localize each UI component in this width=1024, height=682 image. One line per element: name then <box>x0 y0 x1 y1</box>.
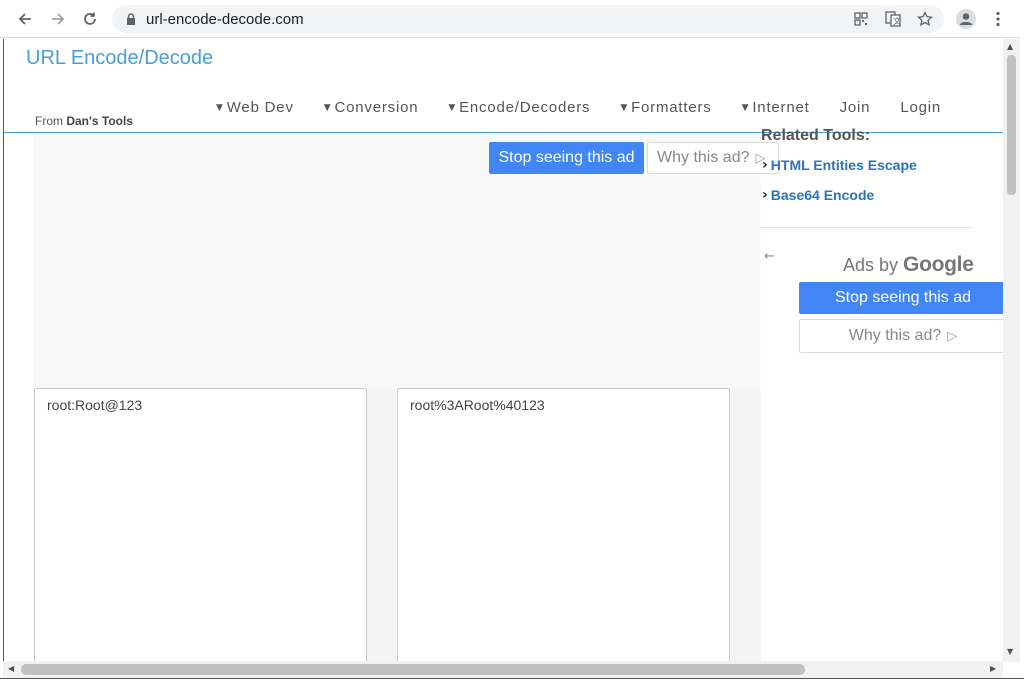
related-link-label: HTML Entities Escape <box>770 157 917 173</box>
window-edge <box>1020 0 1024 682</box>
ad-back-arrow-icon[interactable]: ← <box>764 249 775 264</box>
caret-down-icon: ▼ <box>620 102 629 113</box>
nav-internet[interactable]: ▼ Internet <box>742 99 810 116</box>
stop-seeing-ad-button[interactable]: Stop seeing this ad <box>489 142 644 174</box>
site-title[interactable]: URL Encode/Decode <box>26 47 213 70</box>
scroll-right-icon[interactable]: ▶ <box>990 664 996 673</box>
nav-label: Join <box>839 99 871 116</box>
from-prefix: From <box>35 114 63 128</box>
google-logo: Google <box>903 253 974 276</box>
nav-label: Login <box>900 99 942 116</box>
caret-down-icon: ▼ <box>741 102 750 113</box>
why-this-ad-label: Why this ad? <box>657 149 750 166</box>
forward-icon[interactable] <box>45 6 71 32</box>
why-this-ad-button[interactable]: Why this ad? ▷ <box>647 142 779 174</box>
nav-label: Web Dev <box>226 99 294 116</box>
nav-formatters[interactable]: ▼ Formatters <box>620 99 711 116</box>
ads-by-label: Ads by <box>843 255 899 275</box>
nav-label: Conversion <box>334 99 419 116</box>
caret-down-icon: ▼ <box>216 102 224 113</box>
encoded-output-value: root%3ARoot%40123 <box>410 397 545 413</box>
back-icon[interactable] <box>12 6 38 32</box>
lock-icon <box>122 10 140 28</box>
sidebar-divider <box>761 227 973 228</box>
side-why-this-ad-label: Why this ad? <box>848 327 942 344</box>
related-base64-encode[interactable]: › Base64 Encode <box>762 187 874 203</box>
adchoices-icon: ▷ <box>947 328 958 344</box>
nav-join[interactable]: Join <box>840 99 871 116</box>
nav-web-dev[interactable]: ▼ Web Dev <box>216 99 294 116</box>
horizontal-scroll-thumb[interactable] <box>21 664 805 675</box>
nav-conversion[interactable]: ▼ Conversion <box>324 99 419 116</box>
reload-icon[interactable] <box>77 6 103 32</box>
profile-icon[interactable] <box>953 6 979 32</box>
ads-by-google: Ads by Google <box>843 253 974 277</box>
related-html-entities-escape[interactable]: › HTML Entities Escape <box>762 157 917 173</box>
nav-label: Encode/Decoders <box>459 99 591 116</box>
nav-encode-decoders[interactable]: ▼ Encode/Decoders <box>448 99 590 116</box>
chevron-right-icon: › <box>762 187 768 203</box>
from-credit: From Dan's Tools <box>35 114 133 128</box>
ad-banner: Stop seeing this ad Why this ad? ▷ <box>34 133 779 389</box>
horizontal-scrollbar[interactable]: ◀ ▶ <box>3 661 1003 678</box>
menu-icon[interactable] <box>985 6 1011 32</box>
svg-text:文: 文 <box>893 16 901 26</box>
qr-icon[interactable] <box>852 10 870 28</box>
browser-toolbar: url-encode-decode.com 文 <box>0 0 1024 38</box>
caret-down-icon: ▼ <box>448 102 457 113</box>
window-edge-bottom <box>0 678 1024 682</box>
side-why-this-ad-button[interactable]: Why this ad? ▷ <box>799 319 1003 353</box>
chevron-right-icon: › <box>762 157 768 173</box>
main-nav: ▼ Web Dev ▼ Conversion ▼ Encode/Decoders ▼ F… <box>216 99 971 116</box>
nav-label: Internet <box>752 99 810 116</box>
from-name[interactable]: Dan's Tools <box>66 114 133 128</box>
related-link-label: Base64 Encode <box>770 187 875 203</box>
address-bar[interactable]: url-encode-decode.com 文 <box>112 5 944 33</box>
page-viewport: URL Encode/Decode From Dan's Tools ▼ Web … <box>3 39 1003 662</box>
scroll-up-icon[interactable]: ▲ <box>1007 42 1013 51</box>
related-tools-title: Related Tools: <box>761 127 871 144</box>
caret-down-icon: ▼ <box>323 102 332 113</box>
scroll-down-icon[interactable]: ▼ <box>1007 647 1013 656</box>
vertical-scroll-thumb[interactable] <box>1007 55 1016 195</box>
decoded-input-value: root:Root@123 <box>47 397 143 413</box>
encoded-output-textarea[interactable]: root%3ARoot%40123 <box>397 388 730 662</box>
decoded-input-textarea[interactable]: root:Root@123 <box>34 388 367 662</box>
side-stop-seeing-ad-button[interactable]: Stop seeing this ad <box>799 282 1003 314</box>
nav-login[interactable]: Login <box>900 99 941 116</box>
vertical-scrollbar[interactable]: ▲ ▼ <box>1003 39 1020 662</box>
translate-icon[interactable]: 文 <box>884 10 902 28</box>
scroll-left-icon[interactable]: ◀ <box>8 664 14 673</box>
star-icon[interactable] <box>916 10 934 28</box>
nav-label: Formatters <box>631 99 712 116</box>
url-text: url-encode-decode.com <box>146 11 304 28</box>
